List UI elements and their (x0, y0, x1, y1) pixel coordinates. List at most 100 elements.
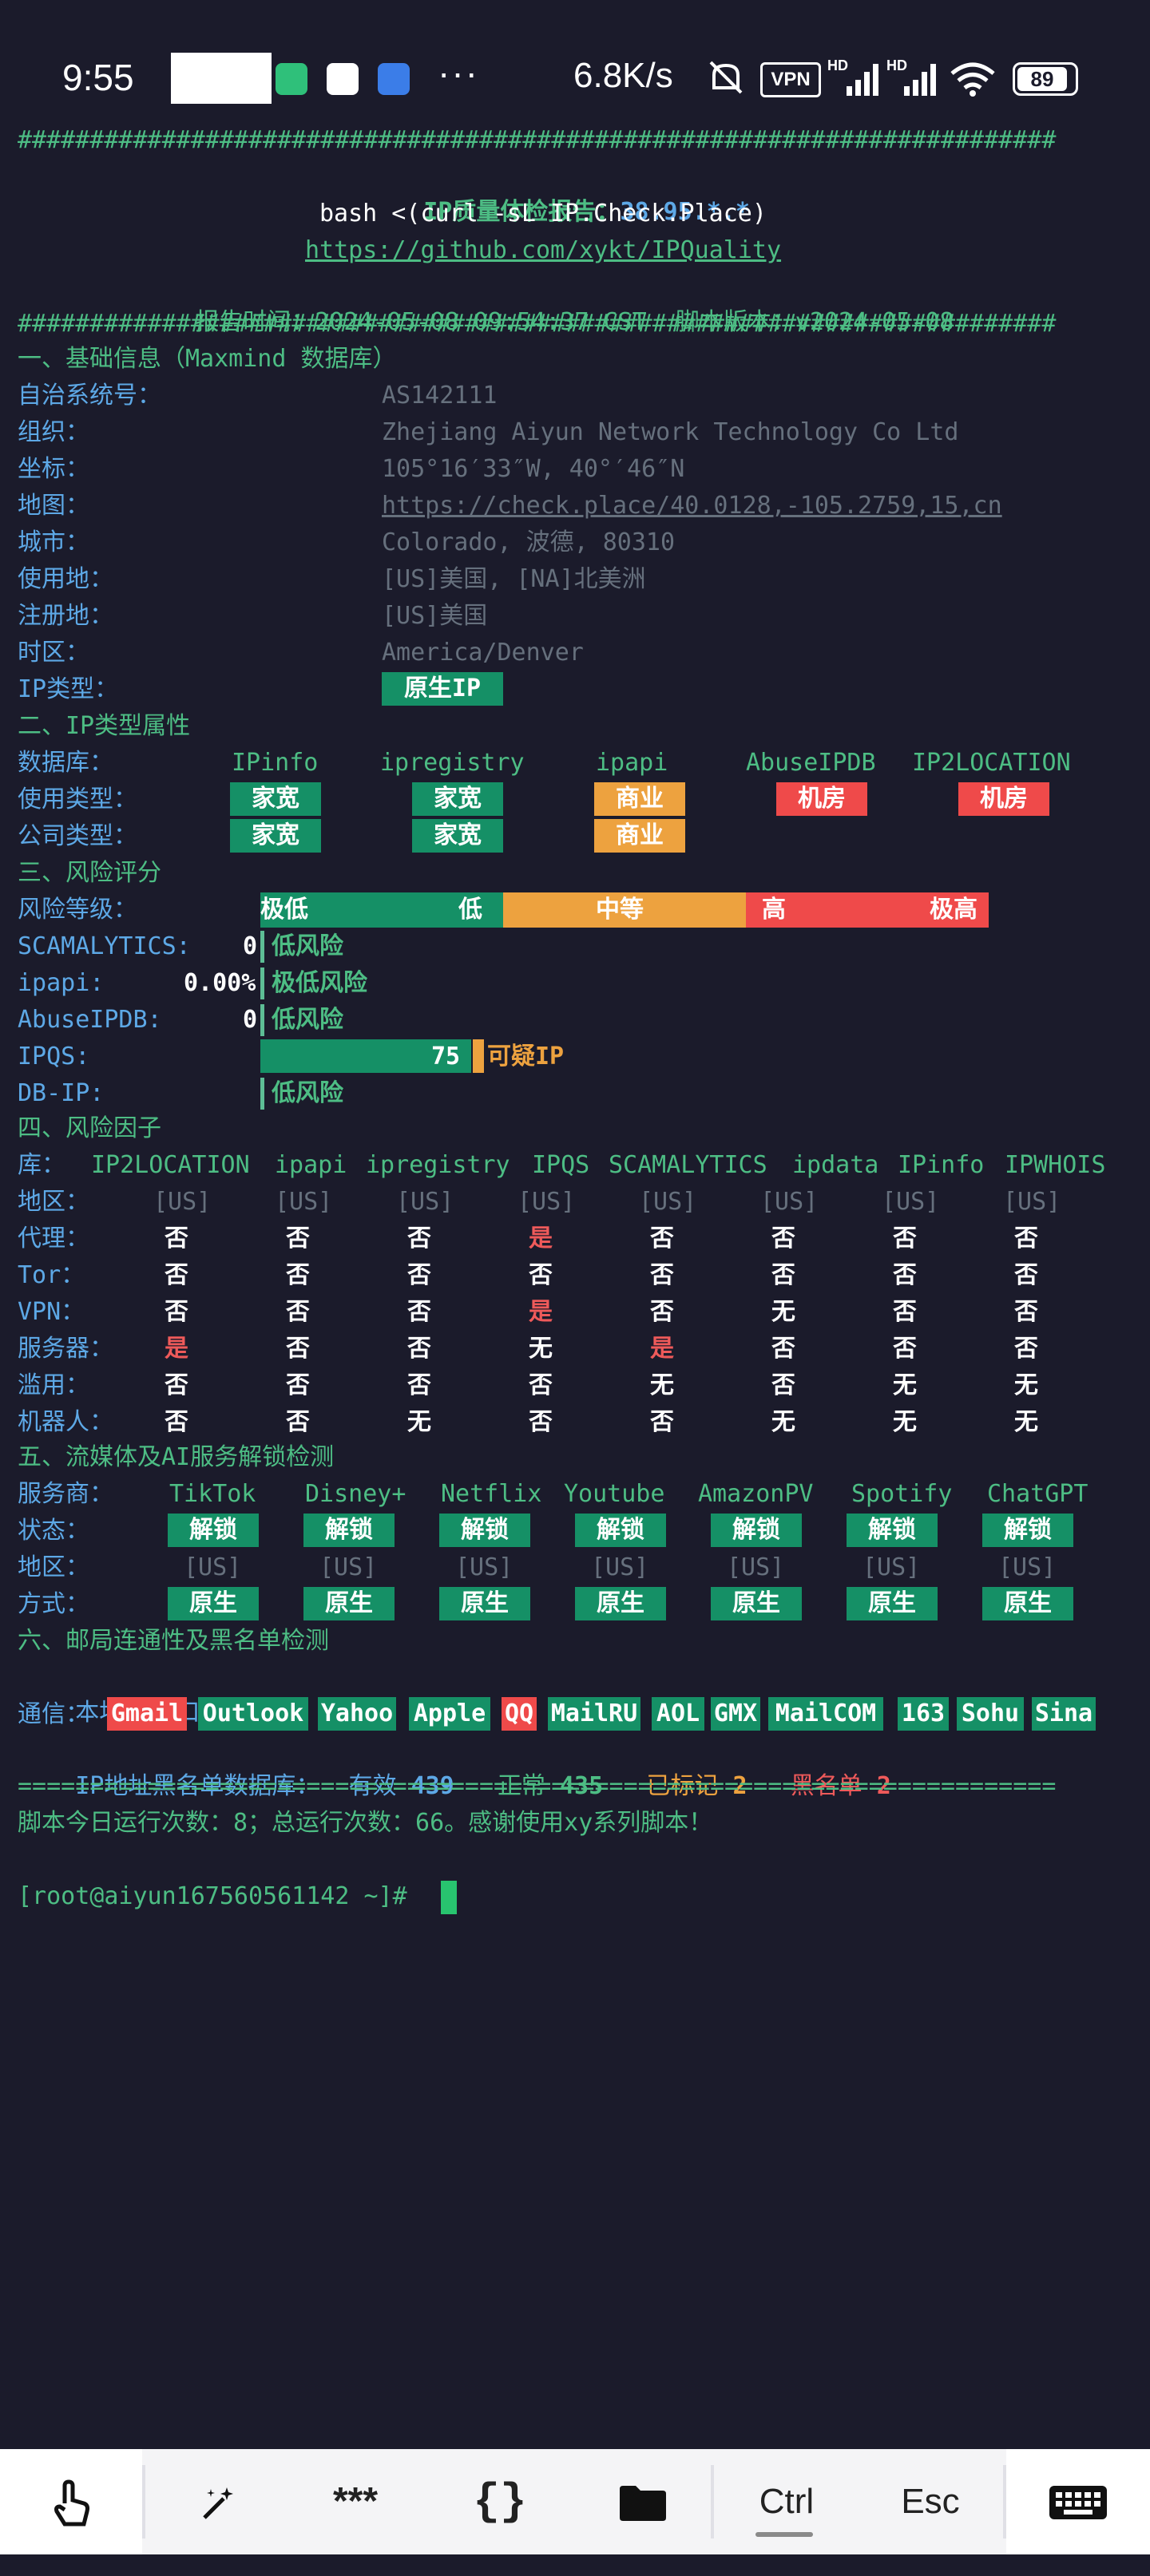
terminal-cursor[interactable] (441, 1881, 457, 1914)
provider-name: Netflix (441, 1480, 542, 1508)
factor-value: 否 (771, 1261, 795, 1289)
touch-mode-button[interactable] (0, 2449, 142, 2554)
region-value: [US] (862, 1553, 921, 1581)
keyboard-button[interactable] (1006, 2449, 1150, 2554)
factor-lib-name: IP2LOCATION (91, 1151, 250, 1179)
factor-value: 否 (650, 1225, 674, 1252)
factor-label: 滥用： (18, 1371, 89, 1399)
factor-value: 否 (650, 1408, 674, 1436)
factor-value: 否 (286, 1371, 310, 1399)
folder-icon (620, 2486, 666, 2521)
wifi-icon (950, 62, 995, 97)
risk-scale-verylow: 极低 (260, 896, 308, 924)
mail-service-badge: MailRU (548, 1697, 640, 1731)
usage-type-badge: 家宽 (412, 782, 503, 816)
snippet-button[interactable]: {} (452, 2449, 548, 2554)
factor-value: 否 (407, 1225, 431, 1252)
provider-name: ChatGPT (987, 1480, 1089, 1508)
magic-button[interactable] (176, 2449, 264, 2554)
mail-service-badge: 163 (898, 1697, 949, 1731)
battery-level: 89 (1017, 67, 1067, 91)
factor-value: 否 (165, 1408, 188, 1436)
section-iptype-title: 二、IP类型属性 (18, 712, 191, 740)
factor-value: 否 (165, 1371, 188, 1399)
report-header: IP质量体检报告：38.95.*.* (366, 160, 750, 226)
mail-service-badge: QQ (502, 1697, 537, 1731)
factor-label: VPN： (18, 1298, 85, 1326)
factor-value: 无 (650, 1371, 674, 1399)
esc-key[interactable]: Esc (878, 2449, 982, 2554)
factor-lib-name: IPQS (532, 1151, 590, 1179)
basic-label: 组织： (18, 418, 89, 446)
score-text: 低风险 (272, 1079, 343, 1107)
basic-value: AS142111 (382, 382, 498, 410)
ctrl-key[interactable]: Ctrl (735, 2449, 839, 2554)
ctrl-key-label: Ctrl (759, 2482, 815, 2521)
eq-line: ========================================… (18, 1772, 1057, 1800)
provider-name: Disney+ (305, 1480, 406, 1508)
ip-type-badge: 原生IP (382, 672, 503, 706)
score-label: IPQS: (18, 1043, 90, 1070)
mail-service-badge: Outlook (198, 1697, 308, 1731)
risk-scale-high: 高 (762, 896, 786, 924)
factor-value: 无 (771, 1298, 795, 1326)
factor-value: 否 (1014, 1261, 1038, 1289)
usage-label: 使用类型： (18, 785, 137, 813)
score-value: 0 (243, 1006, 258, 1034)
shield-app-icon (276, 63, 307, 95)
factor-value: 无 (1014, 1371, 1038, 1399)
unlock-status-badge: 解锁 (168, 1514, 259, 1547)
factor-value: 否 (529, 1371, 553, 1399)
risk-scale-low: 低 (458, 896, 482, 924)
score-label: AbuseIPDB: (18, 1006, 162, 1034)
risk-scale-veryhigh: 极高 (930, 896, 978, 924)
unlock-status-badge: 解锁 (847, 1514, 938, 1547)
report-time: 报告时间：2024-05-08 09:54:37 CST 脚本版本：v2024-… (195, 308, 954, 336)
factor-value: 是 (165, 1335, 188, 1363)
factor-value: [US] (275, 1188, 333, 1216)
mail-service-badge: GMX (711, 1697, 760, 1731)
factor-value: [US] (760, 1188, 819, 1216)
company-type-badge: 家宽 (412, 819, 503, 853)
basic-label: 使用地： (18, 565, 113, 593)
toolbar-separator-2 (711, 2465, 714, 2538)
factor-lib-name: ipapi (275, 1151, 347, 1179)
db-label: 数据库： (18, 749, 113, 777)
password-button[interactable]: *** (303, 2449, 407, 2554)
factor-value: 否 (893, 1225, 917, 1252)
factor-label: 服务器： (18, 1335, 113, 1363)
clock: 9:55 (62, 57, 134, 98)
ipqs-score-marker (473, 1039, 484, 1073)
factor-value: [US] (153, 1188, 212, 1216)
mode-badge: 原生 (711, 1587, 802, 1620)
more-dots-icon: ··· (438, 52, 479, 93)
factor-value: 否 (1014, 1335, 1038, 1363)
usage-type-badge: 商业 (594, 782, 685, 816)
header-url[interactable]: https://github.com/xykt/IPQuality (305, 233, 781, 268)
comm-label: 通信： (18, 1700, 89, 1728)
magic-wand-icon (203, 2487, 233, 2519)
factor-lib-name: IPWHOIS (1005, 1151, 1106, 1179)
risk-scale-medium: 中等 (596, 896, 644, 924)
factor-value: 无 (893, 1371, 917, 1399)
folder-button[interactable] (599, 2449, 687, 2554)
factor-value: 否 (771, 1335, 795, 1363)
basic-value: [US]美国 (382, 602, 488, 630)
factor-value: 否 (650, 1298, 674, 1326)
factor-value: 否 (286, 1408, 310, 1436)
factor-lib-label: 库： (18, 1151, 65, 1179)
basic-value: 105°16′33″W, 40°′46″N (382, 455, 685, 483)
shell-prompt[interactable]: [root@aiyun167560561142 ~]# (18, 1879, 407, 1914)
factor-value: [US] (882, 1188, 940, 1216)
score-value: 0.00% (184, 969, 256, 997)
basic-value: America/Denver (382, 639, 584, 667)
factor-label: 代理： (18, 1225, 89, 1252)
factor-value: 无 (771, 1408, 795, 1436)
db-name: ipregistry (380, 749, 525, 777)
broadcast-app-icon (378, 63, 410, 95)
basic-value: https://check.place/40.0128,-105.2759,15… (382, 492, 1002, 520)
mode-label: 方式： (18, 1590, 89, 1618)
score-text: 低风险 (272, 932, 343, 960)
mail-service-badge: AOL (652, 1697, 704, 1731)
score-divider (260, 1078, 264, 1110)
